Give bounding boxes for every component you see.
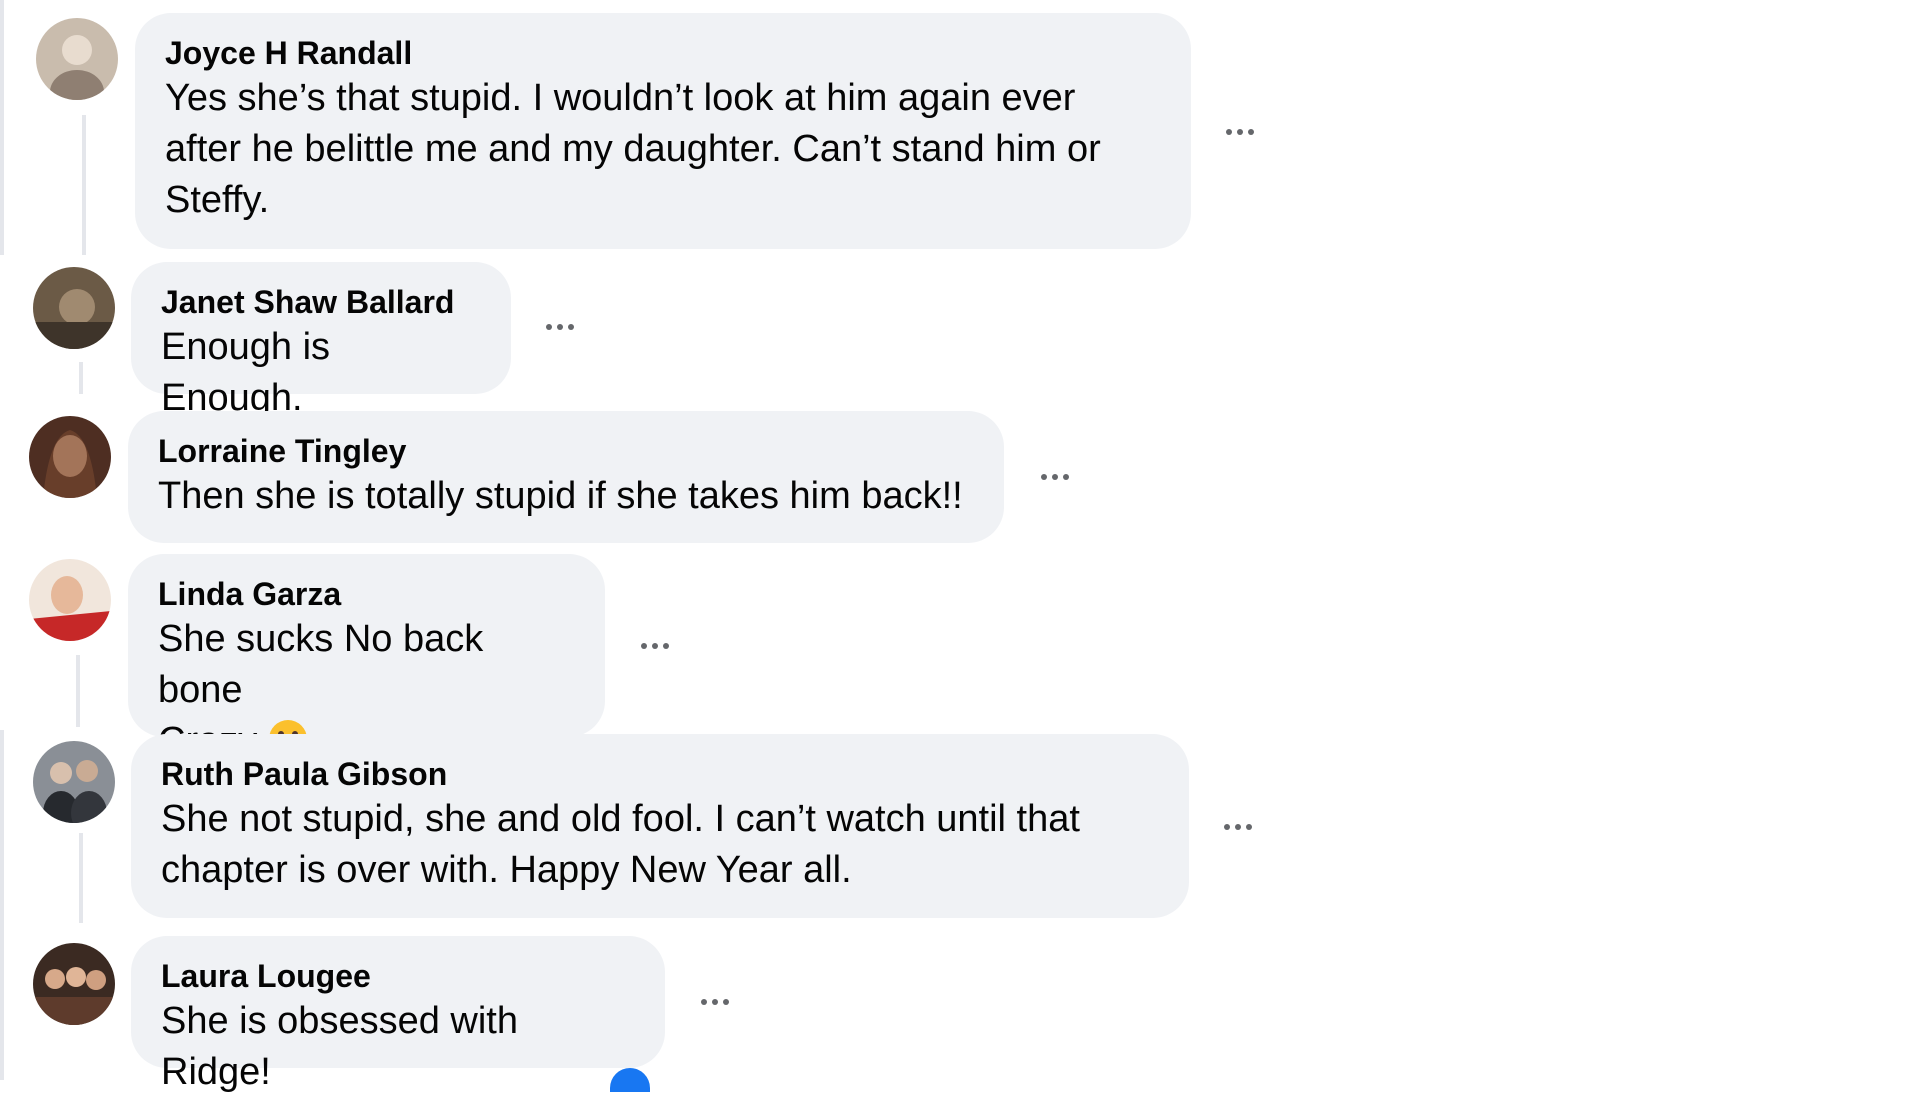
comment-bubble: Linda Garza She sucks No back bone Crazy xyxy=(128,554,605,762)
thread-line xyxy=(82,115,86,255)
more-dot-icon xyxy=(1052,474,1058,480)
more-options-button[interactable] xyxy=(690,977,740,1027)
avatar-image xyxy=(36,18,118,100)
thread-line xyxy=(76,655,80,727)
more-dot-icon xyxy=(557,324,563,330)
thread-line xyxy=(79,362,83,394)
avatar[interactable] xyxy=(36,18,118,100)
more-options-button[interactable] xyxy=(1215,107,1265,157)
avatar[interactable] xyxy=(29,416,111,498)
thread-line xyxy=(79,833,83,923)
more-dot-icon xyxy=(1237,129,1243,135)
avatar[interactable] xyxy=(33,943,115,1025)
more-dot-icon xyxy=(663,643,669,649)
avatar[interactable] xyxy=(33,741,115,823)
thread-line xyxy=(0,730,4,1080)
comment-author[interactable]: Joyce H Randall xyxy=(165,33,1161,73)
comment-text: She not stupid, she and old fool. I can’… xyxy=(161,798,1091,891)
comment-bubble: Ruth Paula Gibson She not stupid, she an… xyxy=(131,734,1189,918)
more-dot-icon xyxy=(1235,824,1241,830)
more-options-button[interactable] xyxy=(1213,802,1263,852)
more-options-button[interactable] xyxy=(630,621,680,671)
avatar-image xyxy=(33,741,115,823)
more-dot-icon xyxy=(712,999,718,1005)
more-dot-icon xyxy=(568,324,574,330)
comment-text: Yes she’s that stupid. I wouldn’t look a… xyxy=(165,77,1112,221)
more-dot-icon xyxy=(1248,129,1254,135)
avatar-image xyxy=(29,559,111,641)
avatar-image xyxy=(29,416,111,498)
more-dot-icon xyxy=(1224,824,1230,830)
comment-bubble: Lorraine Tingley Then she is totally stu… xyxy=(128,411,1004,543)
comment-author[interactable]: Linda Garza xyxy=(158,574,575,614)
comment-text: Enough is Enough. xyxy=(161,326,341,419)
more-dot-icon xyxy=(1226,129,1232,135)
avatar[interactable] xyxy=(33,267,115,349)
comment-author[interactable]: Ruth Paula Gibson xyxy=(161,754,1159,794)
comment-author[interactable]: Lorraine Tingley xyxy=(158,431,974,471)
comment-text: She is obsessed with Ridge! xyxy=(161,1000,529,1093)
avatar-image xyxy=(33,267,115,349)
more-dot-icon xyxy=(546,324,552,330)
more-dot-icon xyxy=(1063,474,1069,480)
more-dot-icon xyxy=(641,643,647,649)
more-options-button[interactable] xyxy=(535,302,585,352)
more-dot-icon xyxy=(701,999,707,1005)
comment-text: Then she is totally stupid if she takes … xyxy=(158,475,963,517)
comment-author[interactable]: Janet Shaw Ballard xyxy=(161,282,481,322)
avatar-image xyxy=(33,943,115,1025)
more-dot-icon xyxy=(1246,824,1252,830)
comment-bubble: Janet Shaw Ballard Enough is Enough. xyxy=(131,262,511,419)
comment-bubble: Joyce H Randall Yes she’s that stupid. I… xyxy=(135,13,1191,249)
more-dot-icon xyxy=(1041,474,1047,480)
thread-line xyxy=(0,0,4,255)
comment-bubble: Laura Lougee She is obsessed with Ridge! xyxy=(131,936,665,1093)
more-dot-icon xyxy=(723,999,729,1005)
comment-author[interactable]: Laura Lougee xyxy=(161,956,635,996)
more-dot-icon xyxy=(652,643,658,649)
avatar[interactable] xyxy=(29,559,111,641)
more-options-button[interactable] xyxy=(1030,452,1080,502)
